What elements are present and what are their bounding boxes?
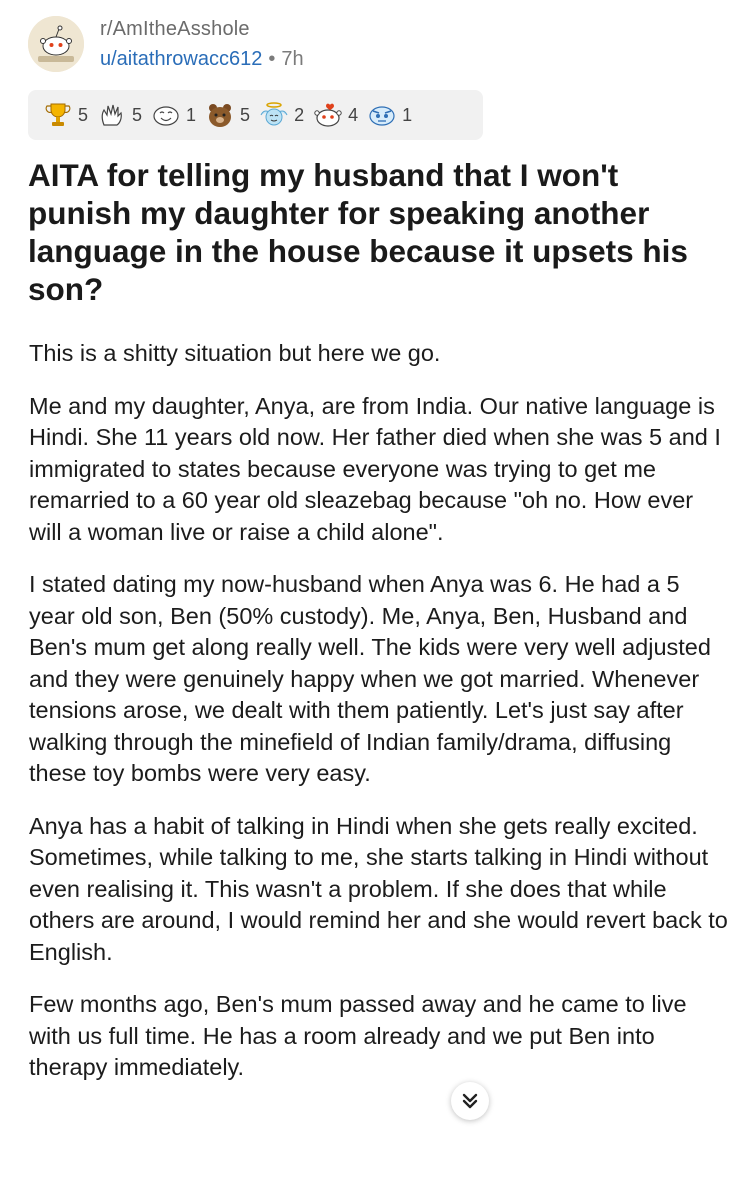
award-count: 1 [186, 104, 197, 125]
award-blue-face[interactable]: 1 [366, 99, 412, 131]
award-bear[interactable]: 5 [204, 99, 250, 131]
blue-face-icon [369, 106, 395, 126]
angel-face-icon [260, 102, 288, 126]
awards-bar[interactable]: 5 5 1 5 2 4 1 [28, 90, 483, 140]
post-age: 7h [281, 48, 304, 70]
award-snoo-heart[interactable]: 4 [312, 99, 358, 131]
award-count: 5 [78, 104, 89, 125]
body-paragraph: Me and my daughter, Anya, are from India… [29, 392, 721, 545]
double-chevron-down-icon [462, 1093, 478, 1109]
subreddit-name[interactable]: r/AmItheAsshole [100, 18, 250, 41]
laughing-face-icon [153, 106, 179, 126]
snoo-heart-icon [314, 103, 342, 127]
award-count: 4 [348, 104, 359, 125]
body-paragraph: I stated dating my now-husband when Anya… [29, 571, 711, 786]
bear-hug-icon [209, 104, 232, 127]
post-meta: u/aitathrowacc612 • 7h [100, 48, 304, 71]
scroll-down-button[interactable] [451, 1082, 489, 1120]
meta-separator: • [268, 48, 276, 70]
post-body: This is a shitty situation but here we g… [29, 338, 729, 1105]
gold-trophy-icon [45, 103, 71, 126]
snoo-avatar-icon [28, 16, 84, 72]
award-wholesome[interactable]: 5 [96, 99, 142, 131]
award-laughing[interactable]: 1 [150, 99, 196, 131]
author-link[interactable]: u/aitathrowacc612 [100, 48, 262, 70]
body-paragraph: This is a shitty situation but here we g… [29, 340, 441, 366]
body-paragraph: Few months ago, Ben's mum passed away an… [29, 991, 687, 1080]
body-paragraph: Anya has a habit of talking in Hindi whe… [29, 812, 728, 965]
award-count: 2 [294, 104, 305, 125]
award-count: 5 [240, 104, 251, 125]
subreddit-avatar[interactable] [28, 16, 84, 72]
award-count: 5 [132, 104, 143, 125]
award-gold[interactable]: 5 [42, 99, 88, 131]
post-header: r/AmItheAsshole u/aitathrowacc612 • 7h [28, 14, 718, 74]
award-angel[interactable]: 2 [258, 99, 304, 131]
post-title[interactable]: AITA for telling my husband that I won't… [28, 156, 718, 308]
wholesome-hands-icon [101, 104, 122, 126]
award-count: 1 [402, 104, 413, 125]
